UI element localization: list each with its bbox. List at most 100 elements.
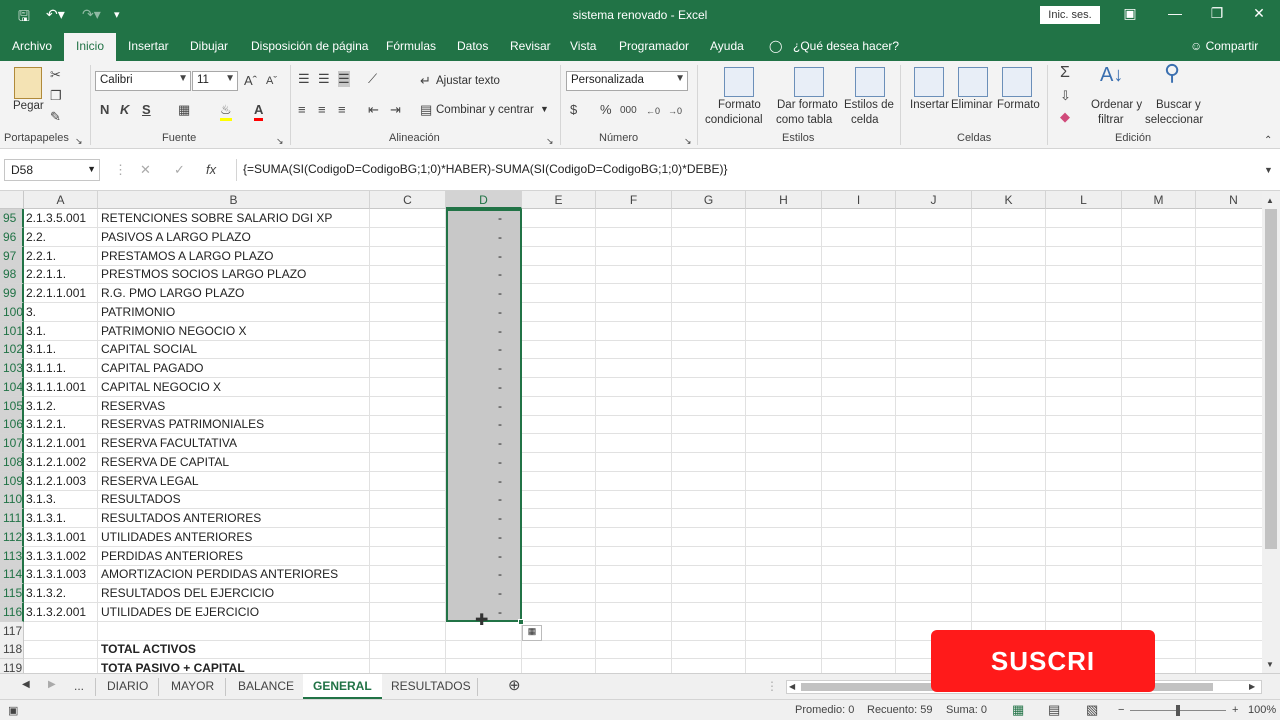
cell-account-name[interactable] [101,622,371,641]
cell-account-code[interactable]: 2.2. [26,228,98,247]
prev-sheet-icon[interactable]: ◀ [22,679,30,690]
row-header[interactable]: 95 [0,209,24,228]
cell-account-name[interactable]: RESERVAS [101,397,371,416]
cell-balance-value[interactable]: - [446,247,522,266]
cell-account-code[interactable]: 3.1.2. [26,397,98,416]
copy-icon[interactable]: ❐ [50,88,62,104]
row-header[interactable]: 114 [0,565,24,584]
next-sheet-icon[interactable]: ▶ [48,679,56,690]
column-header-a[interactable]: A [24,191,98,209]
name-box[interactable]: D58 ▼ [4,159,100,181]
cell-balance-value[interactable]: - [446,584,522,603]
dialog-launcher-icon[interactable]: ↘ [75,133,83,149]
cell-balance-value[interactable]: - [446,303,522,322]
row-header[interactable]: 96 [0,228,24,247]
cell-account-code[interactable]: 3.1.2.1. [26,415,98,434]
cell-balance-value[interactable]: - [446,359,522,378]
autosum-icon[interactable]: Σ [1060,65,1070,81]
normal-view-icon[interactable]: ▦ [1012,702,1024,718]
row-header[interactable]: 119 [0,659,24,673]
format-cells-button[interactable]: Formato [997,99,1040,111]
tab-programador[interactable]: Programador [619,39,689,53]
scroll-down-icon[interactable]: ▼ [1266,657,1274,673]
tab-vista[interactable]: Vista [570,39,596,53]
cell-styles-icon[interactable] [855,67,885,97]
cell-balance-value[interactable]: - [446,509,522,528]
cell-account-code[interactable]: 3.1.3.1. [26,509,98,528]
row-header[interactable]: 100 [0,303,24,322]
conditional-format-label-1[interactable]: Formato [718,99,761,111]
format-table-icon[interactable] [794,67,824,97]
scroll-right-icon[interactable]: ▶ [1249,679,1255,695]
sort-filter-label-1[interactable]: Ordenar y [1091,99,1142,111]
cell-account-name[interactable]: RESULTADOS [101,490,371,509]
paste-button[interactable]: Pegar [13,100,44,112]
row-header[interactable]: 108 [0,453,24,472]
scroll-up-icon[interactable]: ▲ [1266,193,1274,209]
dialog-launcher-icon[interactable]: ↘ [276,133,284,149]
share-button[interactable]: ☺ Compartir [1190,39,1258,53]
tab-inicio[interactable]: Inicio [64,33,117,61]
paste-icon[interactable] [14,67,42,99]
row-header[interactable]: 113 [0,547,24,566]
row-header[interactable]: 115 [0,584,24,603]
column-header-f[interactable]: F [596,191,672,209]
collapse-ribbon-icon[interactable]: ⌃ [1264,133,1272,149]
row-header[interactable]: 110 [0,490,24,509]
clear-icon[interactable]: ◆ [1060,109,1070,125]
cell-account-code[interactable]: 3.1.1.1.001 [26,378,98,397]
cell-account-code[interactable] [26,622,98,641]
font-color-icon[interactable]: A [254,102,264,121]
percent-icon[interactable]: % [600,102,612,118]
spreadsheet-grid[interactable]: ABCDEFGHIJKLMN 95 2.1.3.5.001 RETENCIONES … [0,191,1262,673]
align-center-icon[interactable]: ≡ [318,102,326,118]
sheet-tab-balance[interactable]: BALANCE [238,679,294,693]
find-select-label-2[interactable]: seleccionar [1145,114,1203,126]
cell-account-code[interactable]: 2.2.1.1.001 [26,284,98,303]
cell-account-name[interactable]: PRESTAMOS A LARGO PLAZO [101,247,371,266]
cell-account-code[interactable] [26,659,98,673]
cut-icon[interactable]: ✂ [50,67,61,83]
cell-account-code[interactable]: 3.1.3.1.003 [26,565,98,584]
insert-cells-button[interactable]: Insertar [910,99,949,111]
italic-button[interactable]: K [120,102,129,118]
row-header[interactable]: 111 [0,509,24,528]
cell-balance-value[interactable]: - [446,528,522,547]
close-icon[interactable]: ✕ [1244,5,1274,22]
cell-balance-value[interactable]: - [446,340,522,359]
row-header[interactable]: 116 [0,603,24,622]
cell-account-code[interactable]: 3.1.3.2. [26,584,98,603]
column-header-m[interactable]: M [1122,191,1196,209]
cell-account-name[interactable]: RESERVA FACULTATIVA [101,434,371,453]
align-left-icon[interactable]: ≡ [298,102,306,118]
cell-balance-value[interactable]: - [446,453,522,472]
subscribe-overlay[interactable]: SUSCRI [931,630,1155,692]
insert-cells-icon[interactable] [914,67,944,97]
cell-balance-value[interactable]: - [446,284,522,303]
row-header[interactable]: 97 [0,247,24,266]
conditional-format-label-2[interactable]: condicional [705,114,763,126]
align-top-icon[interactable]: ☰ [298,71,310,87]
row-header[interactable]: 101 [0,322,24,341]
page-layout-icon[interactable]: ▤ [1048,702,1060,718]
merge-center-button[interactable]: Combinar y centrar [436,104,534,116]
macro-record-icon[interactable]: ▣ [8,704,18,717]
cell-balance-value[interactable]: - [446,209,522,228]
sign-in-button[interactable]: Inic. ses. [1040,6,1100,24]
bold-button[interactable]: N [100,102,109,118]
zoom-slider-thumb[interactable] [1176,705,1180,716]
cell-account-code[interactable]: 3.1.2.1.002 [26,453,98,472]
currency-icon[interactable]: $ [570,102,577,118]
row-header[interactable]: 104 [0,378,24,397]
tab-formulas[interactable]: Fórmulas [386,39,436,53]
column-header-d[interactable]: D [446,191,522,209]
cell-account-name[interactable]: PATRIMONIO [101,303,371,322]
cell-account-name[interactable]: RESERVAS PATRIMONIALES [101,415,371,434]
row-header[interactable]: 112 [0,528,24,547]
format-table-label-2[interactable]: como tabla [776,114,832,126]
row-header[interactable]: 107 [0,434,24,453]
chevron-down-icon[interactable]: ▼ [540,104,549,114]
cell-account-code[interactable]: 3. [26,303,98,322]
cell-balance-value[interactable]: - [446,322,522,341]
column-header-b[interactable]: B [98,191,370,209]
